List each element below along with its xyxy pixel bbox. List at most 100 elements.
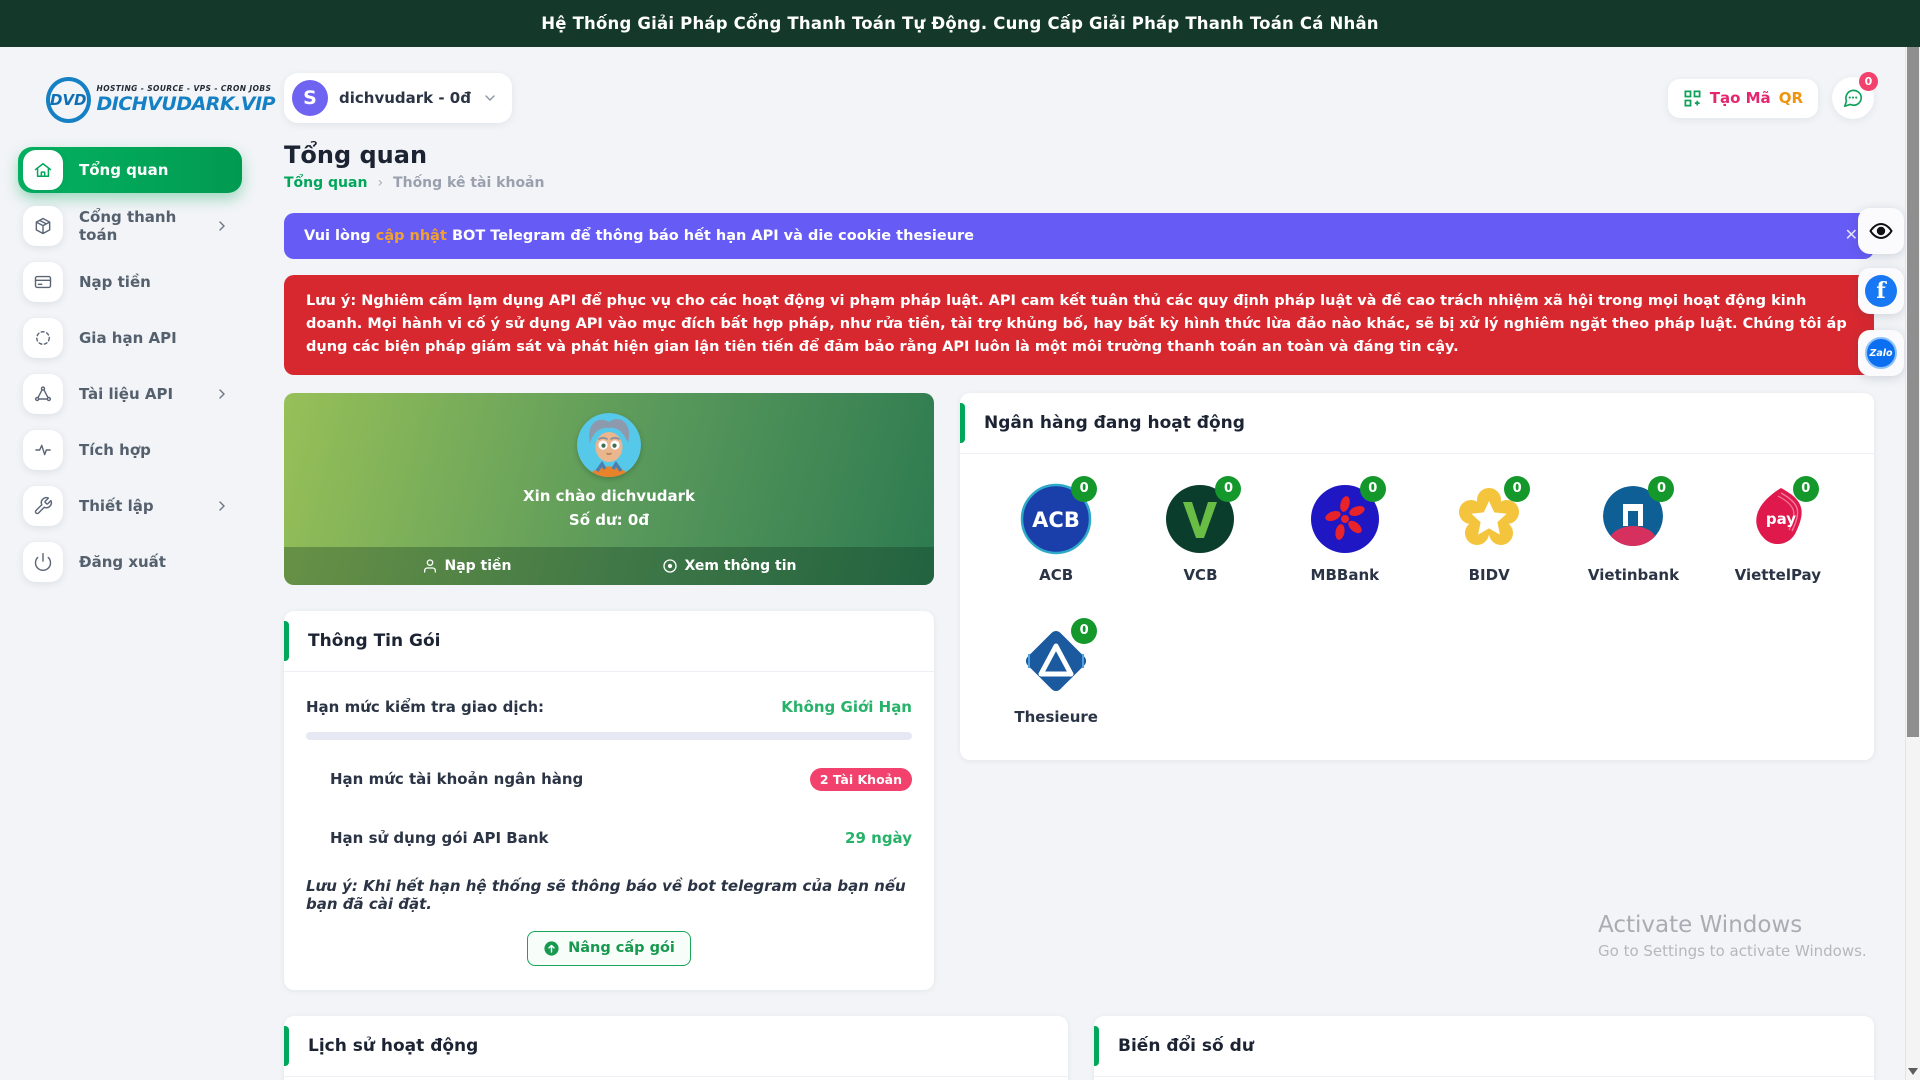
sidebar-item-label: Nạp tiền bbox=[79, 273, 230, 291]
welcome-balance: Số dư: 0đ bbox=[569, 511, 649, 529]
sidebar-item-label: Cổng thanh toán bbox=[79, 208, 214, 244]
qr-button-label-2: QR bbox=[1779, 89, 1803, 107]
bank-item-mbbank[interactable]: 0 MBBank bbox=[1273, 482, 1417, 584]
bidv-logo: 0 bbox=[1452, 482, 1526, 556]
upgrade-button-label: Nâng cấp gói bbox=[568, 940, 675, 956]
activity-history-card: Lịch sử hoạt động Đăng ký tài khoản thàn… bbox=[284, 1016, 1068, 1080]
logo-brand: DICHVUDARK.VIP bbox=[97, 94, 276, 115]
balance-card-title: Biến đổi số dư bbox=[1118, 1036, 1850, 1056]
sidebar-item-label: Tổng quan bbox=[79, 161, 230, 179]
history-card-title: Lịch sử hoạt động bbox=[308, 1036, 1044, 1056]
bank-name: Thesieure bbox=[1014, 708, 1098, 726]
scrollbar-down-arrow[interactable] bbox=[1908, 1068, 1918, 1075]
deposit-button[interactable]: Nạp tiền bbox=[422, 558, 512, 574]
topbar: Hệ Thống Giải Pháp Cổng Thanh Toán Tự Độ… bbox=[0, 0, 1920, 47]
upgrade-package-button[interactable]: Nâng cấp gói bbox=[527, 931, 691, 966]
bank-name: Vietinbank bbox=[1588, 566, 1679, 584]
bank-item-vietinbank[interactable]: 0 Vietinbank bbox=[1561, 482, 1705, 584]
sidebar-item-tong-quan[interactable]: Tổng quan bbox=[18, 147, 242, 193]
dashed-circle-icon bbox=[23, 318, 63, 358]
chat-icon bbox=[1842, 87, 1864, 109]
history-entry: Đăng ký tài khoản thành công IP: 171.252… bbox=[284, 1077, 1068, 1080]
welcome-greeting: Xin chào dichvudark bbox=[523, 487, 695, 505]
watermark-line2: Go to Settings to activate Windows. bbox=[1598, 942, 1867, 960]
telegram-alert-banner: Vui lòng cập nhật BOT Telegram để thông … bbox=[284, 213, 1874, 259]
sidebar-item-nap-tien[interactable]: Nạp tiền bbox=[18, 259, 242, 305]
bank-count-badge: 0 bbox=[1793, 476, 1819, 502]
scrollbar-thumb[interactable] bbox=[1907, 47, 1919, 737]
brand-logo[interactable]: DVD HOSTING - SOURCE - VPS - CRON JOBS D… bbox=[18, 69, 242, 141]
acb-logo: ACB 0 bbox=[1019, 482, 1093, 556]
activate-windows-watermark: Activate Windows Go to Settings to activ… bbox=[1598, 912, 1867, 960]
bank-count-badge: 0 bbox=[1504, 476, 1530, 502]
sidebar-item-label: Gia hạn API bbox=[79, 329, 230, 347]
package-info-card: Thông Tin Gói Hạn mức kiểm tra giao dịch… bbox=[284, 611, 934, 990]
bank-name: ViettelPay bbox=[1735, 566, 1821, 584]
bank-account-limit-badge: 2 Tài Khoản bbox=[810, 768, 912, 791]
limit-check-label: Hạn mức kiểm tra giao dịch: bbox=[306, 698, 544, 716]
update-link[interactable]: cập nhật bbox=[376, 228, 447, 244]
alert-text-prefix: Vui lòng bbox=[304, 228, 376, 244]
view-info-button[interactable]: Xem thông tin bbox=[662, 558, 797, 574]
user-menu[interactable]: S dichvudark - 0đ bbox=[284, 73, 512, 123]
sidebar-item-label: Tích hợp bbox=[79, 441, 230, 459]
zalo-button[interactable]: Zalo bbox=[1858, 330, 1904, 376]
sidebar-item-label: Đăng xuất bbox=[79, 553, 230, 571]
api-bank-duration-label: Hạn sử dụng gói API Bank bbox=[306, 829, 548, 847]
create-qr-button[interactable]: Tạo Mã QR bbox=[1668, 79, 1818, 118]
vector-icon bbox=[23, 374, 63, 414]
view-info-button-label: Xem thông tin bbox=[685, 558, 797, 574]
bank-count-badge: 0 bbox=[1360, 476, 1386, 502]
viettelpay-logo: pay 0 bbox=[1741, 482, 1815, 556]
bank-item-vcb[interactable]: 0 VCB bbox=[1128, 482, 1272, 584]
sidebar-item-gia-han-api[interactable]: Gia hạn API bbox=[18, 315, 242, 361]
sidebar-item-dang-xuat[interactable]: Đăng xuất bbox=[18, 539, 242, 585]
bank-count-badge: 0 bbox=[1071, 618, 1097, 644]
sidebar-nav: Tổng quan Cổng thanh toán Nạp tiền bbox=[18, 147, 242, 585]
chevron-right-icon bbox=[214, 498, 230, 514]
thesieure-logo: 0 bbox=[1019, 624, 1093, 698]
api-bank-duration-value: 29 ngày bbox=[845, 829, 912, 847]
view-info-icon bbox=[662, 558, 678, 574]
bank-item-acb[interactable]: ACB 0 ACB bbox=[984, 482, 1128, 584]
sidebar-item-tich-hop[interactable]: Tích hợp bbox=[18, 427, 242, 473]
bank-name: MBBank bbox=[1311, 566, 1380, 584]
bank-item-bidv[interactable]: 0 BIDV bbox=[1417, 482, 1561, 584]
facebook-button[interactable]: f bbox=[1858, 268, 1904, 314]
close-icon[interactable]: ✕ bbox=[1845, 225, 1858, 244]
balance-change-card: Biến đổi số dư Số dư 0đ bbox=[1094, 1016, 1874, 1080]
limit-check-value: Không Giới Hạn bbox=[781, 698, 912, 716]
chevron-right-icon bbox=[214, 218, 230, 234]
bank-count-badge: 0 bbox=[1071, 476, 1097, 502]
chat-button[interactable]: 0 bbox=[1832, 77, 1874, 119]
zalo-icon: Zalo bbox=[1865, 337, 1897, 369]
bank-account-limit-label: Hạn mức tài khoản ngân hàng bbox=[306, 770, 583, 788]
welcome-card: Xin chào dichvudark Số dư: 0đ Nạp tiền X… bbox=[284, 393, 934, 585]
eye-icon bbox=[1869, 219, 1893, 243]
wrench-icon bbox=[23, 486, 63, 526]
logo-dvd-icon: DVD bbox=[46, 77, 91, 123]
sidebar-item-thiet-lap[interactable]: Thiết lập bbox=[18, 483, 242, 529]
sidebar-item-tai-lieu-api[interactable]: Tài liệu API bbox=[18, 371, 242, 417]
bank-name: VCB bbox=[1183, 566, 1217, 584]
accessibility-eye-button[interactable] bbox=[1858, 208, 1904, 254]
bank-item-viettelpay[interactable]: pay 0 ViettelPay bbox=[1706, 482, 1850, 584]
chevron-down-icon bbox=[482, 90, 498, 106]
banks-card-title: Ngân hàng đang hoạt động bbox=[984, 413, 1850, 433]
package-card-title: Thông Tin Gói bbox=[308, 631, 910, 651]
deposit-button-label: Nạp tiền bbox=[445, 558, 512, 574]
vietinbank-logo: 0 bbox=[1596, 482, 1670, 556]
sidebar-item-cong-thanh-toan[interactable]: Cổng thanh toán bbox=[18, 203, 242, 249]
bank-item-thesieure[interactable]: 0 Thesieure bbox=[984, 624, 1128, 726]
user-avatar-image bbox=[577, 413, 641, 477]
svg-text:pay: pay bbox=[1766, 510, 1796, 528]
page-scrollbar[interactable] bbox=[1905, 47, 1920, 1080]
sidebar: DVD HOSTING - SOURCE - VPS - CRON JOBS D… bbox=[0, 47, 258, 1080]
watermark-line1: Activate Windows bbox=[1598, 912, 1867, 938]
qr-button-label: Tạo Mã bbox=[1710, 89, 1771, 107]
user-name: dichvudark - 0đ bbox=[339, 89, 471, 107]
warning-banner: Lưu ý: Nghiêm cấm lạm dụng API để phục v… bbox=[284, 275, 1874, 375]
breadcrumb-current: Thống kê tài khoản bbox=[393, 175, 544, 191]
sidebar-item-label: Thiết lập bbox=[79, 497, 214, 515]
breadcrumb-home[interactable]: Tổng quan bbox=[284, 175, 367, 191]
